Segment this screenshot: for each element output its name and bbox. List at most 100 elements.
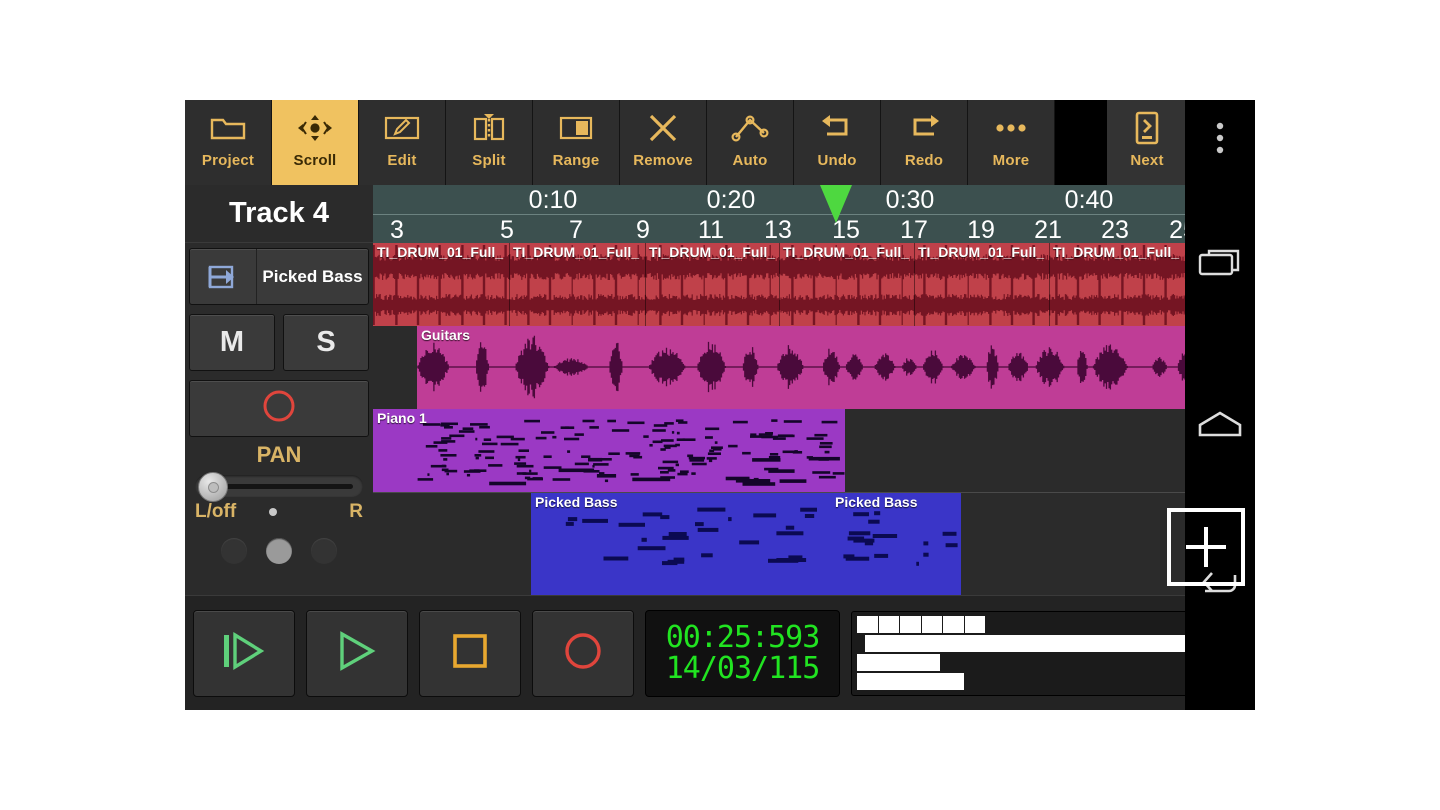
clip-label: TI_DRUM_01_Full_ — [649, 244, 775, 260]
folder-icon — [210, 109, 246, 147]
android-navigation-bar — [1185, 100, 1255, 710]
app-window: Project Scroll Edit — [185, 100, 1255, 710]
clip-label: TI_DRUM_01_Full_ — [377, 244, 503, 260]
midi-clip-bass-2[interactable]: Picked Bass — [831, 493, 961, 595]
waveform-guitars — [417, 326, 1255, 409]
ruler-bar-mark: 23 — [1101, 216, 1129, 245]
pan-slider-knob[interactable] — [198, 472, 228, 502]
play-button[interactable] — [306, 610, 408, 697]
range-icon — [557, 109, 595, 147]
mini-knob-center[interactable] — [266, 538, 292, 564]
clip-label: Guitars — [421, 327, 470, 343]
toolbar-button-auto[interactable]: Auto — [707, 100, 794, 185]
pan-slider-bar — [209, 484, 353, 489]
toolbar: Project Scroll Edit — [185, 100, 1255, 185]
automation-icon — [731, 109, 769, 147]
mini-knob-row — [211, 538, 347, 564]
time-secondary: 14/03/115 — [666, 653, 820, 685]
ruler-bar-mark: 17 — [900, 216, 928, 245]
split-icon — [470, 109, 508, 147]
ruler-bar-mark: 11 — [698, 216, 724, 245]
clip-label: TI_DRUM_01_Full_ — [783, 244, 909, 260]
ruler-bar-mark: 7 — [569, 216, 583, 245]
ruler-bar-mark: 3 — [390, 216, 404, 245]
toolbar-button-project[interactable]: Project — [185, 100, 272, 185]
scroll-move-icon — [296, 109, 334, 147]
audio-clip-drums[interactable]: TI_DRUM_01_Full_ TI_DRUM_01_Full_ TI_DRU… — [373, 243, 1255, 326]
midi-clip-bass-1[interactable]: Picked Bass — [531, 493, 836, 595]
redo-arrow-icon — [906, 109, 942, 147]
track-row-bass[interactable]: Picked Bass Picked Bass — [373, 492, 1255, 595]
midi-notes-piano — [373, 409, 845, 492]
toolbar-button-remove[interactable]: Remove — [620, 100, 707, 185]
clip-label: Picked Bass — [535, 494, 618, 510]
overflow-menu-button[interactable] — [1185, 100, 1255, 180]
track-row-drums[interactable]: TI_DRUM_01_Full_ TI_DRUM_01_Full_ TI_DRU… — [373, 243, 1255, 326]
toolbar-label: More — [993, 152, 1030, 169]
play-from-start-icon — [218, 629, 270, 678]
time-display[interactable]: 00:25:593 14/03/115 — [645, 610, 840, 697]
track-row-piano[interactable]: Piano 1 — [373, 409, 1255, 492]
undo-arrow-icon — [819, 109, 855, 147]
ruler-bar-row: 3 5 7 9 11 13 15 17 19 21 23 25 — [373, 215, 1255, 244]
ruler-time-mark: 0:30 — [886, 186, 935, 215]
toolbar-button-next[interactable]: Next — [1107, 100, 1187, 185]
record-button[interactable] — [532, 610, 634, 697]
toolbar-label: Remove — [633, 152, 693, 169]
minimap-row — [857, 673, 1241, 690]
toolbar-button-range[interactable]: Range — [533, 100, 620, 185]
toolbar-button-split[interactable]: Split — [446, 100, 533, 185]
toolbar-label: Next — [1130, 152, 1163, 169]
add-track-button[interactable] — [1167, 508, 1245, 586]
ruler-bar-mark: 13 — [764, 216, 792, 245]
home-button[interactable] — [1185, 350, 1255, 502]
clip-label: TI_DRUM_01_Full_ — [918, 244, 1044, 260]
playhead[interactable] — [820, 185, 852, 223]
toolbar-button-more[interactable]: More — [968, 100, 1055, 185]
toolbar-label: Edit — [387, 152, 416, 169]
rewind-to-start-button[interactable] — [193, 610, 295, 697]
pencil-icon — [383, 109, 421, 147]
ruler-bar-mark: 21 — [1034, 216, 1062, 245]
instrument-selector[interactable]: Picked Bass — [189, 248, 369, 305]
toolbar-gap — [1055, 100, 1107, 185]
ruler-time-mark: 0:10 — [529, 186, 578, 215]
stop-button[interactable] — [419, 610, 521, 697]
toolbar-button-scroll[interactable]: Scroll — [272, 100, 359, 185]
mute-solo-row: M S — [189, 314, 369, 371]
pan-center-dot — [269, 508, 277, 516]
instrument-input-icon[interactable] — [190, 249, 257, 304]
overflow-menu-icon — [1215, 121, 1225, 160]
track-record-arm-button[interactable] — [189, 380, 369, 437]
clip-label: TI_DRUM_01_Full_ — [1053, 244, 1179, 260]
time-primary: 00:25:593 — [666, 622, 820, 654]
solo-button[interactable]: S — [283, 314, 369, 371]
page-title: Track 4 — [185, 185, 373, 243]
pan-slider[interactable] — [195, 470, 363, 500]
timeline[interactable]: 0:10 0:20 0:30 0:40 3 5 7 9 11 13 15 17 … — [373, 185, 1255, 595]
instrument-name: Picked Bass — [257, 249, 368, 304]
audio-clip-guitars[interactable]: Guitars — [417, 326, 1255, 409]
ruler-bar-mark: 19 — [967, 216, 995, 245]
close-x-icon — [646, 109, 680, 147]
minimap-row — [857, 635, 1241, 652]
track-row-guitars[interactable]: Guitars — [373, 326, 1255, 409]
clip-label: Picked Bass — [835, 494, 918, 510]
home-icon — [1197, 409, 1243, 444]
pan-right-label: R — [349, 501, 363, 523]
record-circle-icon — [561, 629, 605, 678]
clip-label: Piano 1 — [377, 410, 427, 426]
recents-button[interactable] — [1185, 190, 1255, 342]
midi-clip-piano[interactable]: Piano 1 — [373, 409, 845, 492]
toolbar-button-redo[interactable]: Redo — [881, 100, 968, 185]
ruler-time-mark: 0:20 — [707, 186, 756, 215]
pan-label: PAN — [185, 442, 373, 468]
timeline-ruler[interactable]: 0:10 0:20 0:30 0:40 3 5 7 9 11 13 15 17 … — [373, 185, 1255, 243]
toolbar-button-undo[interactable]: Undo — [794, 100, 881, 185]
toolbar-button-edit[interactable]: Edit — [359, 100, 446, 185]
mute-button[interactable]: M — [189, 314, 275, 371]
mini-knob-right[interactable] — [311, 538, 337, 564]
mini-knob-left[interactable] — [221, 538, 247, 564]
minimap-row — [857, 654, 1241, 671]
stop-square-icon — [449, 630, 491, 677]
